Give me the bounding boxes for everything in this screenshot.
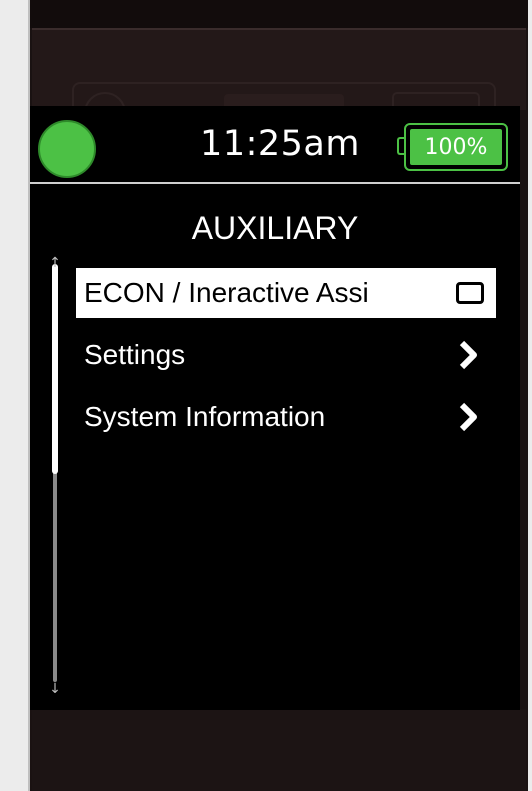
status-bar: 11:25am 100%: [30, 106, 520, 184]
menu-item-label: Settings: [84, 339, 186, 370]
battery-percent: 100%: [424, 134, 488, 160]
menu-list: ECON / Ineractive Assi Settings System I…: [76, 268, 496, 454]
checkbox-icon[interactable]: [456, 282, 484, 304]
battery-terminal: [397, 137, 404, 155]
menu-title: AUXILIARY: [191, 210, 359, 246]
chevron-right-icon: [454, 402, 484, 432]
menu-item-settings[interactable]: Settings: [76, 330, 496, 380]
scroll-up-arrow-icon[interactable]: ↑: [48, 256, 62, 270]
battery-icon: 100%: [397, 123, 508, 171]
menu-item-label: ECON / Ineractive Assi: [84, 277, 369, 308]
bezel-bottom: [32, 709, 526, 791]
menu-item-system-information[interactable]: System Information: [76, 392, 496, 442]
scrollbar-thumb[interactable]: [52, 264, 58, 474]
clock: 11:25am: [200, 124, 360, 164]
bezel-background-screen: [32, 28, 526, 136]
scroll-down-arrow-icon[interactable]: ↓: [48, 682, 62, 696]
device-screen: 11:25am 100% AUXILIARY ↑ ↓ ECON / Inerac…: [30, 106, 520, 710]
bezel-top-strip: [30, 0, 528, 28]
menu-scrollbar[interactable]: ↑ ↓: [48, 256, 62, 696]
menu-item-label: System Information: [84, 401, 326, 432]
chevron-right-icon: [454, 340, 484, 370]
menu-item-econ-interactive-assist[interactable]: ECON / Ineractive Assi: [76, 268, 496, 318]
status-indicator-icon[interactable]: [38, 120, 96, 178]
